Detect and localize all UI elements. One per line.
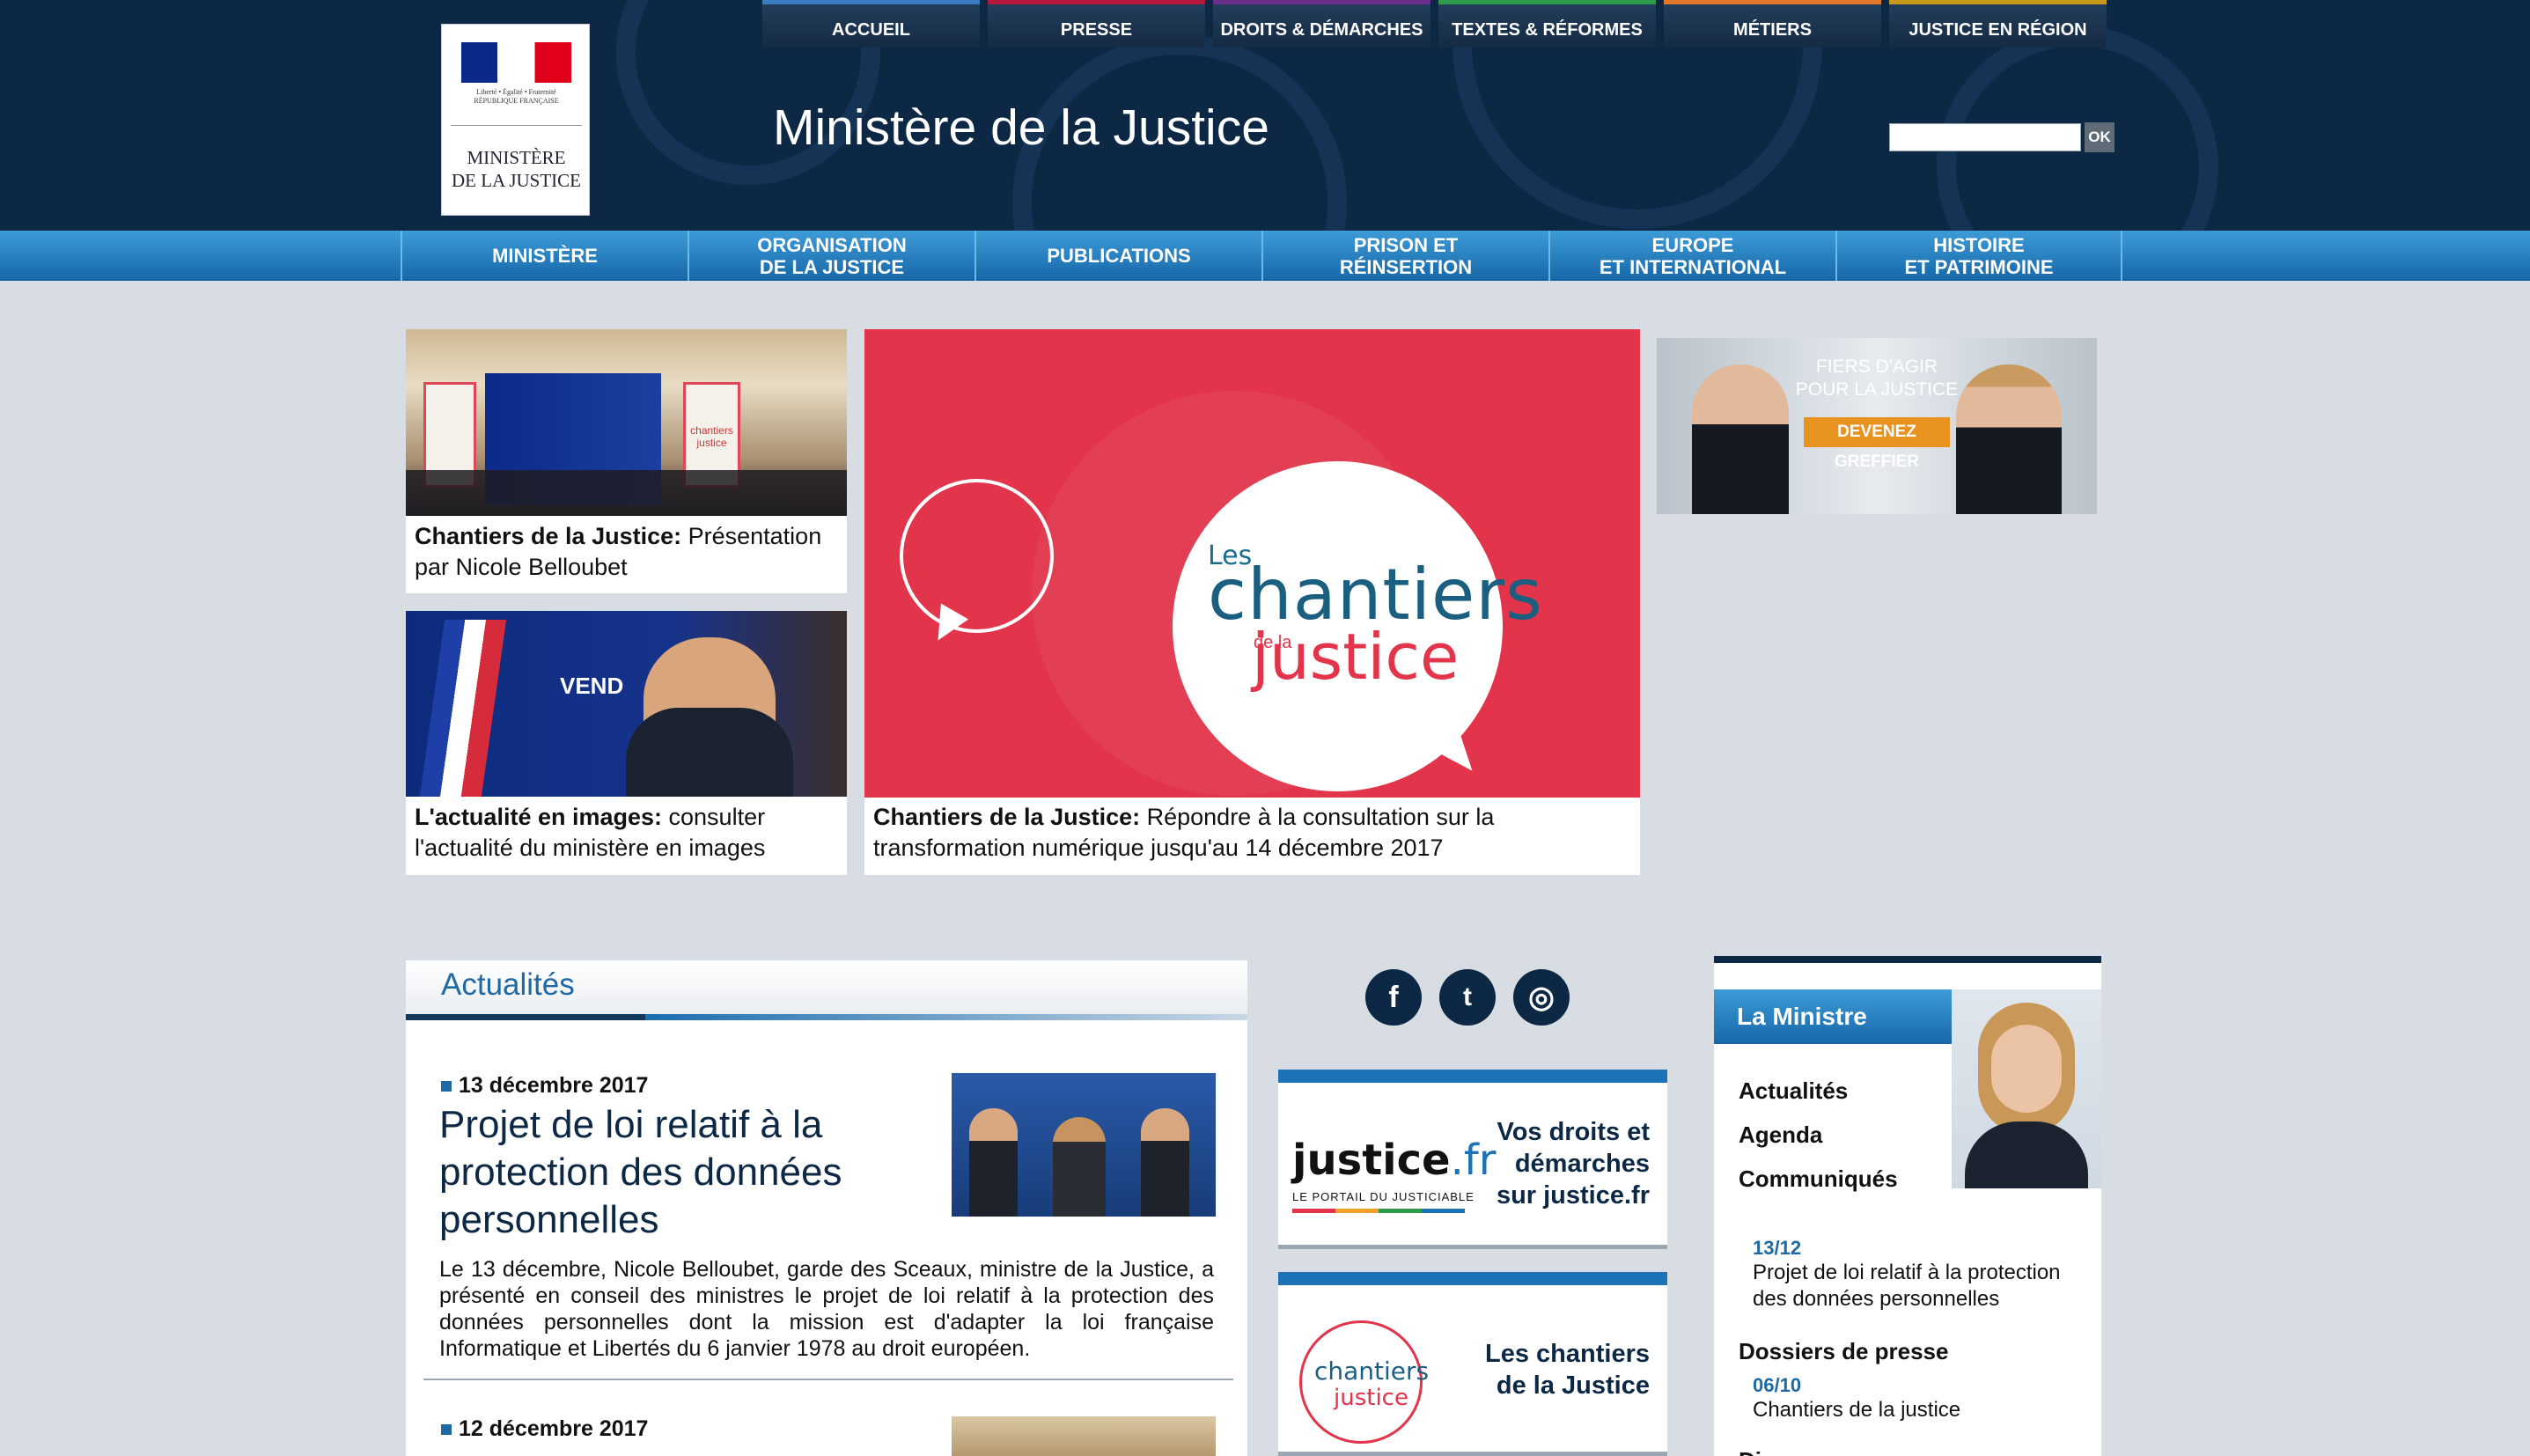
small-logo-chantiers: chantiers <box>1314 1357 1430 1386</box>
search-input[interactable] <box>1889 123 2081 151</box>
top-nav-item-1[interactable]: PRESSE <box>988 0 1205 48</box>
news-date: 13 décembre 2017 <box>441 1073 648 1099</box>
thumb-person-3 <box>1141 1108 1189 1217</box>
top-nav-item-0[interactable]: ACCUEIL <box>762 0 980 48</box>
marianne-flag-icon <box>461 42 571 83</box>
search-ok-button[interactable]: OK <box>2085 122 2114 152</box>
french-flag <box>419 620 507 797</box>
top-nav-item-2[interactable]: DROITS & DÉMARCHES <box>1213 0 1430 48</box>
logo-name-line2: DE LA JUSTICE <box>452 170 581 191</box>
ministry-logo[interactable]: Liberté • Égalité • Fraternité RÉPUBLIQU… <box>441 24 590 216</box>
bullet-icon <box>441 1424 452 1436</box>
portrait-face <box>1991 1025 2062 1113</box>
logo-divider <box>451 125 582 126</box>
chantiers-link[interactable]: Les chantiers de la Justice <box>1456 1338 1650 1401</box>
small-logo-justice: justice <box>1334 1385 1408 1411</box>
news-thumbnail[interactable] <box>952 1073 1216 1217</box>
justice-fr-logo: justice.fr <box>1292 1136 1497 1185</box>
site-header: Liberté • Égalité • Fraternité RÉPUBLIQU… <box>0 0 2530 231</box>
sidebar-link-agenda[interactable]: Agenda <box>1739 1121 1822 1149</box>
news-date: 12 décembre 2017 <box>441 1416 648 1442</box>
portrait-jacket <box>1965 1121 2088 1188</box>
caption-bold: Chantiers de la Justice: <box>873 804 1141 830</box>
logo-name: MINISTÈRE DE LA JUSTICE <box>446 146 586 192</box>
news-divider <box>423 1379 1233 1380</box>
minister-portrait <box>1952 989 2101 1188</box>
news-date-text: 12 décembre 2017 <box>459 1416 649 1441</box>
dossier-date: 06/10 <box>1753 1374 1802 1396</box>
devenez-greffier-button[interactable]: DEVENEZ GREFFIER <box>1804 417 1950 471</box>
main-nav-item-1[interactable]: ORGANISATION DE LA JUSTICE <box>688 231 974 281</box>
justice-fr-logo-word: justice <box>1292 1136 1451 1185</box>
caption-bold: L'actualité en images: <box>415 804 663 830</box>
sidebar-dossiers-title[interactable]: Dossiers de presse <box>1739 1338 1948 1365</box>
main-nav-item-3[interactable]: PRISON ET RÉINSERTION <box>1261 231 1548 281</box>
justice-fr-subtitle: LE PORTAIL DU JUSTICIABLE <box>1292 1190 1475 1203</box>
republic-text: RÉPUBLIQUE FRANÇAISE <box>474 97 559 105</box>
sidebar-link-actualites[interactable]: Actualités <box>1739 1077 1848 1105</box>
main-nav: MINISTÈRE ORGANISATION DE LA JUSTICE PUBLI… <box>0 231 2530 281</box>
press-conference-photo: chantiers justice <box>406 329 847 516</box>
featured-card-chantiers-presentation[interactable]: chantiers justice Chantiers de la Justic… <box>406 329 847 593</box>
card-caption: Chantiers de la Justice: Répondre à la c… <box>873 802 1630 864</box>
greffier-woman-figure <box>1956 364 2062 514</box>
justice-fr-link[interactable]: Vos droits et démarches sur justice.fr <box>1474 1116 1650 1211</box>
main-nav-item-4[interactable]: EUROPE ET INTERNATIONAL <box>1548 231 1835 281</box>
caption-bold: Chantiers de la Justice: <box>415 523 682 549</box>
facebook-icon[interactable]: f <box>1365 969 1422 1026</box>
card-caption: Chantiers de la Justice: Présentation pa… <box>415 521 842 583</box>
top-nav-item-4[interactable]: MÉTIERS <box>1664 0 1881 48</box>
banner-slogan: FIERS D'AGIR POUR LA JUSTICE <box>1789 356 1965 401</box>
card-caption: L'actualité en images: consulter l'actua… <box>415 802 842 864</box>
la-ministre-tab[interactable]: La Ministre <box>1714 989 1953 1044</box>
minister-speaking-photo: VEND <box>406 611 847 797</box>
news-title[interactable]: Projet de loi relatif à la protection de… <box>439 1101 932 1244</box>
actualites-title[interactable]: Actualités <box>441 967 575 1003</box>
screen-text: VEND <box>560 673 624 699</box>
justice-fr-portal[interactable]: justice.fr LE PORTAIL DU JUSTICIABLE Vos… <box>1278 1070 1667 1249</box>
actualites-header-accent <box>645 1014 1247 1020</box>
featured-main-chantiers[interactable]: Les chantiers de la justice Chantiers de… <box>864 329 1640 875</box>
thumb-person-2 <box>1053 1117 1106 1217</box>
greffier-recruitment-banner[interactable]: FIERS D'AGIR POUR LA JUSTICE DEVENEZ GRE… <box>1657 338 2097 514</box>
news-summary: Le 13 décembre, Nicole Belloubet, garde … <box>439 1257 1214 1361</box>
main-nav-item-2[interactable]: PUBLICATIONS <box>974 231 1261 281</box>
bullet-icon <box>441 1081 452 1092</box>
dossier-link[interactable]: Chantiers de la justice <box>1753 1397 2087 1423</box>
news-thumbnail[interactable] <box>952 1416 1216 1456</box>
logo-justice: justice <box>1252 620 1460 694</box>
main-nav-item-5[interactable]: HISTOIRE ET PATRIMOINE <box>1835 231 2122 281</box>
logo-motto: Liberté • Égalité • Fraternité RÉPUBLIQU… <box>451 88 582 106</box>
logo-name-line1: MINISTÈRE <box>467 147 566 168</box>
site-title[interactable]: Ministère de la Justice <box>773 99 1269 157</box>
instagram-icon[interactable]: ◎ <box>1513 969 1570 1026</box>
motto-text: Liberté • Égalité • Fraternité <box>476 88 556 96</box>
actualites-list: 13 décembre 2017 Projet de loi relatif à… <box>406 1020 1247 1456</box>
la-ministre-sidebar: La Ministre Actualités Agenda Communiqué… <box>1714 956 2101 1456</box>
sidebar-link-communiques[interactable]: Communiqués <box>1739 1166 1898 1193</box>
greffier-man-figure <box>1692 364 1789 514</box>
slogan-line1: FIERS D'AGIR <box>1815 357 1938 377</box>
speech-bubble-outline <box>900 479 1054 633</box>
communique-date: 13/12 <box>1753 1237 1802 1259</box>
actualites-header: Actualités <box>406 960 1247 1020</box>
top-nav-item-5[interactable]: JUSTICE EN RÉGION <box>1889 0 2107 48</box>
featured-card-actualite-images[interactable]: VEND L'actualité en images: consulter l'… <box>406 611 847 875</box>
audience <box>406 470 847 516</box>
main-nav-item-0[interactable]: MINISTÈRE <box>401 231 688 281</box>
top-nav: ACCUEIL PRESSE DROITS & DÉMARCHES TEXTES & … <box>762 0 2107 48</box>
thumb-person-1 <box>969 1108 1018 1217</box>
communique-link[interactable]: Projet de loi relatif à la protection de… <box>1753 1260 2087 1313</box>
chantiers-portal[interactable]: chantiers justice Les chantiers de la Ju… <box>1278 1272 1667 1456</box>
slogan-line2: POUR LA JUSTICE <box>1795 379 1959 400</box>
sidebar-discours[interactable]: Discours <box>1739 1447 1836 1456</box>
news-date-text: 13 décembre 2017 <box>459 1073 649 1098</box>
twitter-icon[interactable]: t <box>1439 969 1496 1026</box>
chantiers-visual: Les chantiers de la justice <box>864 329 1640 798</box>
justice-fr-color-bar <box>1292 1209 1465 1213</box>
top-nav-item-3[interactable]: TEXTES & RÉFORMES <box>1438 0 1656 48</box>
chantiers-small-logo: chantiers justice <box>1299 1320 1429 1444</box>
minister-clothing <box>626 708 793 797</box>
